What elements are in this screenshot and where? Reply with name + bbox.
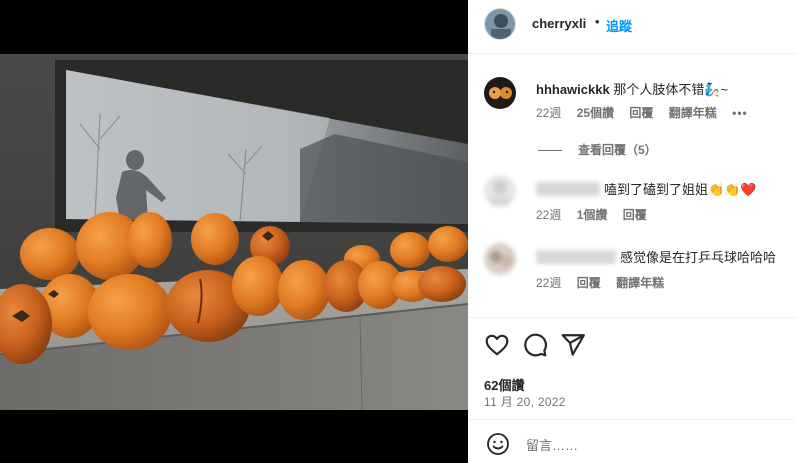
comment-body: hhhawickkk 那个人肢体不错🧞~ [536, 81, 786, 99]
commenter-avatar[interactable] [484, 243, 516, 275]
reply-button[interactable]: 回覆 [577, 276, 601, 290]
reply-button[interactable]: 回覆 [623, 208, 647, 222]
comment-composer [484, 432, 784, 458]
comment-input[interactable] [526, 436, 776, 454]
share-icon[interactable] [560, 332, 586, 358]
comment-meta: 22週 25個讚 回覆 翻譯年糕 ••• [536, 104, 760, 121]
comment-body: 嗑到了磕到了姐姐👏👏❤️ [536, 181, 786, 199]
post-photo[interactable] [0, 54, 468, 410]
author-username[interactable]: cherryxli [532, 16, 586, 31]
comment-time[interactable]: 22週 [536, 276, 561, 290]
comment-time[interactable]: 22週 [536, 106, 561, 120]
reply-button[interactable]: 回覆 [629, 106, 653, 120]
view-replies-line [538, 150, 562, 152]
comment-text: 嗑到了磕到了姐姐👏👏❤️ [604, 182, 757, 197]
post-media [0, 0, 468, 463]
comment-meta: 22週 1個讚 回覆 [536, 206, 659, 223]
comment-likes[interactable]: 1個讚 [577, 208, 608, 222]
post-panel: cherryxli • 追蹤 hhhawickkk 那个人肢体不错🧞~ 22週 … [468, 0, 796, 463]
heart-icon[interactable] [484, 332, 510, 358]
comment-icon[interactable] [522, 332, 548, 358]
comment-username-blurred[interactable] [536, 250, 616, 264]
comment-username-blurred[interactable] [536, 182, 600, 196]
commenter-avatar[interactable] [484, 77, 516, 109]
compose-divider [468, 419, 796, 420]
translate-button[interactable]: 翻譯年糕 [616, 276, 664, 290]
comment-text: 感觉像是在打乒乓球哈哈哈 [620, 250, 777, 265]
comment-likes[interactable]: 25個讚 [577, 106, 614, 120]
follow-button[interactable]: 追蹤 [606, 16, 632, 35]
comment-meta: 22週 回覆 翻譯年糕 [536, 274, 676, 291]
author-avatar[interactable] [484, 8, 516, 40]
comment-time[interactable]: 22週 [536, 208, 561, 222]
comment-username[interactable]: hhhawickkk [536, 82, 610, 97]
header-separator: • [595, 14, 600, 29]
post-date[interactable]: 11 月 20, 2022 [484, 393, 566, 410]
ellipsis-icon[interactable]: ••• [732, 106, 748, 120]
actions-divider [468, 317, 796, 318]
post-header: cherryxli • 追蹤 [468, 0, 796, 54]
comment-text: 那个人肢体不错🧞~ [613, 82, 729, 97]
smiley-icon[interactable] [486, 432, 510, 456]
view-replies-button[interactable]: 查看回覆（5） [538, 141, 657, 158]
translate-button[interactable]: 翻譯年糕 [669, 106, 717, 120]
likes-count[interactable]: 62個讚 [484, 375, 524, 394]
commenter-avatar[interactable] [484, 175, 516, 207]
view-replies-label: 查看回覆（5） [578, 143, 657, 157]
comment-body: 感觉像是在打乒乓球哈哈哈 [536, 249, 786, 267]
